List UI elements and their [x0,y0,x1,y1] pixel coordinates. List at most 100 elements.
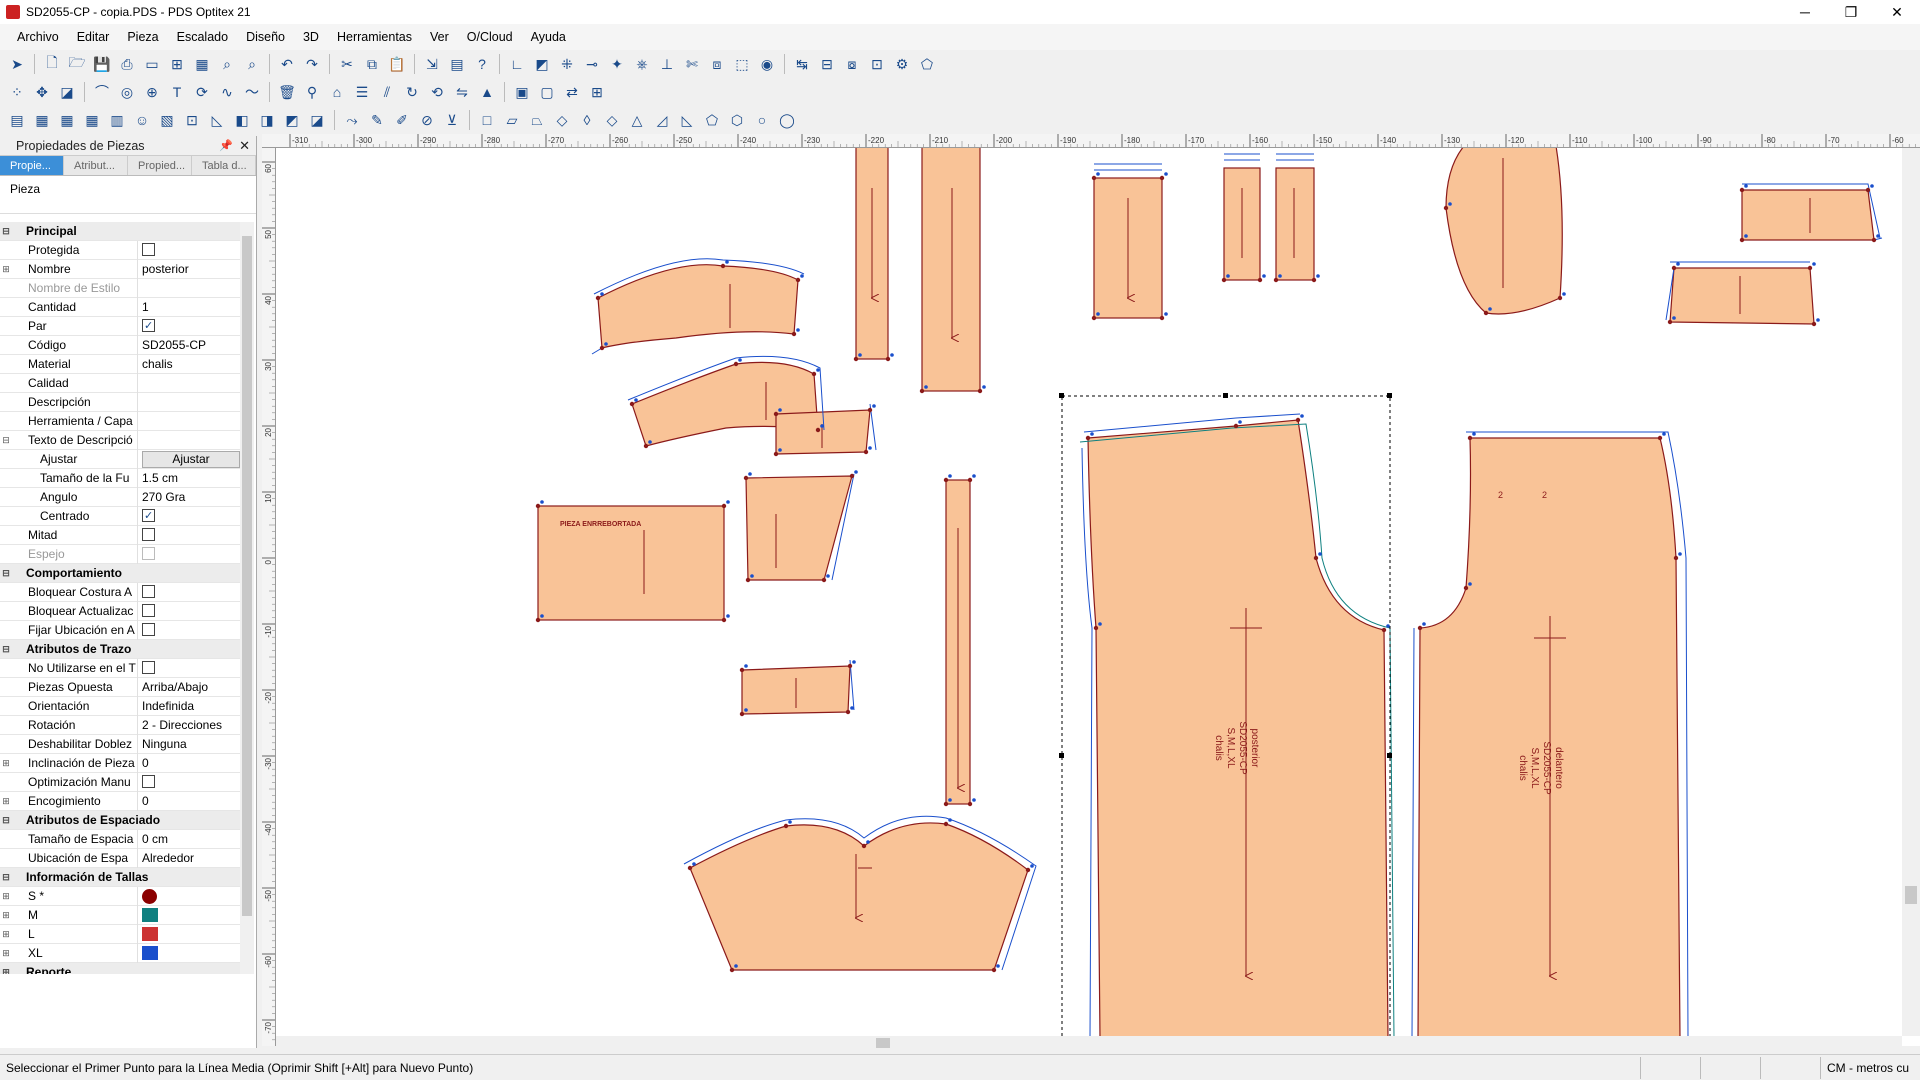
help-icon[interactable]: ? [471,53,493,75]
measure-2-icon[interactable]: ⊻ [441,109,463,131]
grade-point-xl[interactable] [1672,316,1676,320]
marker-icon[interactable]: ⧇ [841,53,863,75]
grade-rule-icon[interactable]: ⊞ [586,81,608,103]
piece-tool-icon[interactable]: ◪ [56,81,78,103]
point-move-icon[interactable]: ✥ [31,81,53,103]
protegida-checkbox[interactable] [142,242,155,256]
piece-view-4-icon[interactable]: ◪ [306,109,328,131]
grade-point[interactable] [1673,555,1679,561]
grade-point[interactable] [743,475,749,481]
text-tool-icon[interactable]: T [166,81,188,103]
grade-point[interactable] [733,361,739,367]
menu-escalado[interactable]: Escalado [168,24,237,50]
grade-point-xl[interactable] [692,862,696,866]
brush-2-icon[interactable]: ✐ [391,109,413,131]
menu-ocloud[interactable]: O/Cloud [458,24,522,50]
grade-point-xl[interactable] [996,964,1000,968]
tab-atributos[interactable]: Atribut... [64,156,128,175]
grade-point-xl[interactable] [1318,552,1322,556]
grade-point[interactable] [1739,237,1745,243]
grade-point[interactable] [795,277,801,283]
grade-point[interactable] [1417,625,1423,631]
inclinacion-value[interactable]: 0 [138,754,240,773]
grade-point[interactable] [1443,205,1449,211]
ruler-tool-icon[interactable]: ⊟ [816,53,838,75]
grade-point[interactable] [720,263,726,269]
piece-view-2-icon[interactable]: ◨ [256,109,278,131]
grade-point[interactable] [1483,310,1489,316]
fill-tool-icon[interactable]: ◩ [531,53,553,75]
grade-point[interactable] [847,663,853,669]
grade-point[interactable] [643,443,649,449]
grade-point-xl[interactable] [854,470,858,474]
codigo-value[interactable]: SD2055-CP [138,336,240,355]
grade-point[interactable] [1025,867,1031,873]
trash-icon[interactable]: 🗑 [276,81,298,103]
curve-tool-icon[interactable]: ⌒ [91,81,113,103]
diamond-shape-icon[interactable]: ◇ [551,109,573,131]
grade-point-xl[interactable] [1488,307,1492,311]
grade-point-xl[interactable] [600,292,604,296]
grade-point[interactable] [1311,277,1317,283]
save-icon[interactable]: 💾 [91,53,113,75]
grade-point-xl[interactable] [1676,262,1680,266]
circle-shape-icon[interactable]: ○ [751,109,773,131]
no-utilizarse-checkbox[interactable] [142,660,155,674]
redo-icon[interactable]: ↷ [301,53,323,75]
refresh-icon[interactable]: ↻ [401,81,423,103]
window-icon[interactable]: ▤ [6,109,28,131]
grade-point[interactable] [1807,265,1813,271]
grade-point[interactable] [1739,187,1745,193]
grade-point-xl[interactable] [1744,234,1748,238]
copy-icon[interactable]: ⧉ [361,53,383,75]
piece-export-icon[interactable]: ⬚ [731,53,753,75]
excel-icon[interactable]: ▦ [191,53,213,75]
scissors-tool-icon[interactable]: ✄ [681,53,703,75]
grade-point-xl[interactable] [820,424,824,428]
wave-icon[interactable]: 〜 [241,81,263,103]
grade-point[interactable] [815,427,821,433]
grade-point[interactable] [595,295,601,301]
person-icon[interactable]: ☺ [131,109,153,131]
bezier-icon[interactable]: ∿ [216,81,238,103]
pin-icon[interactable]: ⚲ [301,81,323,103]
menu-pieza[interactable]: Pieza [118,24,167,50]
grade-point[interactable] [863,449,869,455]
grade-point[interactable] [687,865,693,871]
grade-point[interactable] [1871,237,1877,243]
grade-point[interactable] [535,503,541,509]
pentagon-shape-icon[interactable]: ⬠ [701,109,723,131]
grade-point[interactable] [1257,277,1263,283]
plot-icon[interactable]: ▭ [141,53,163,75]
pattern-piece-bust[interactable] [689,822,1029,971]
menu-ver[interactable]: Ver [421,24,458,50]
mirror-tool-icon[interactable]: ⎈ [631,53,653,75]
close-panel-icon[interactable]: ✕ [239,138,250,154]
line-tool-icon[interactable]: ∟ [506,53,528,75]
triangle-icon[interactable]: ▲ [476,81,498,103]
pattern-drawing[interactable]: PIEZA ENRREBORTADA posterior SD2055-CP S… [276,148,1902,1038]
size-xl-color-swatch[interactable] [142,946,158,961]
swap-icon[interactable]: ⇄ [561,81,583,103]
square-shape-icon[interactable]: □ [476,109,498,131]
grade-point-xl[interactable] [826,574,830,578]
grade-point-xl[interactable] [1164,312,1168,316]
pattern-piece-right-2[interactable] [1669,267,1815,325]
section-atributos-espaciado[interactable]: ⊟ Atributos de Espaciado [0,811,240,830]
pattern-piece-waistband-1[interactable] [597,264,799,349]
pattern-piece-pocket[interactable] [1445,148,1563,315]
grade-point-xl[interactable] [1226,274,1230,278]
menu-editar[interactable]: Editar [68,24,119,50]
size-s-color-swatch[interactable] [142,888,157,904]
grade-point[interactable] [1295,417,1301,423]
grade-point-xl[interactable] [796,328,800,332]
fit-icon[interactable]: ⊡ [181,109,203,131]
grade-point-xl[interactable] [1090,432,1094,436]
grade-point[interactable] [1091,175,1097,181]
grade-point[interactable] [1159,175,1165,181]
fijar-ubicacion-checkbox[interactable] [142,622,155,636]
table-icon[interactable]: ▤ [446,53,468,75]
grade-point[interactable] [1313,555,1319,561]
grade-tool-icon[interactable]: ⁜ [556,53,578,75]
grade-point[interactable] [943,821,949,827]
